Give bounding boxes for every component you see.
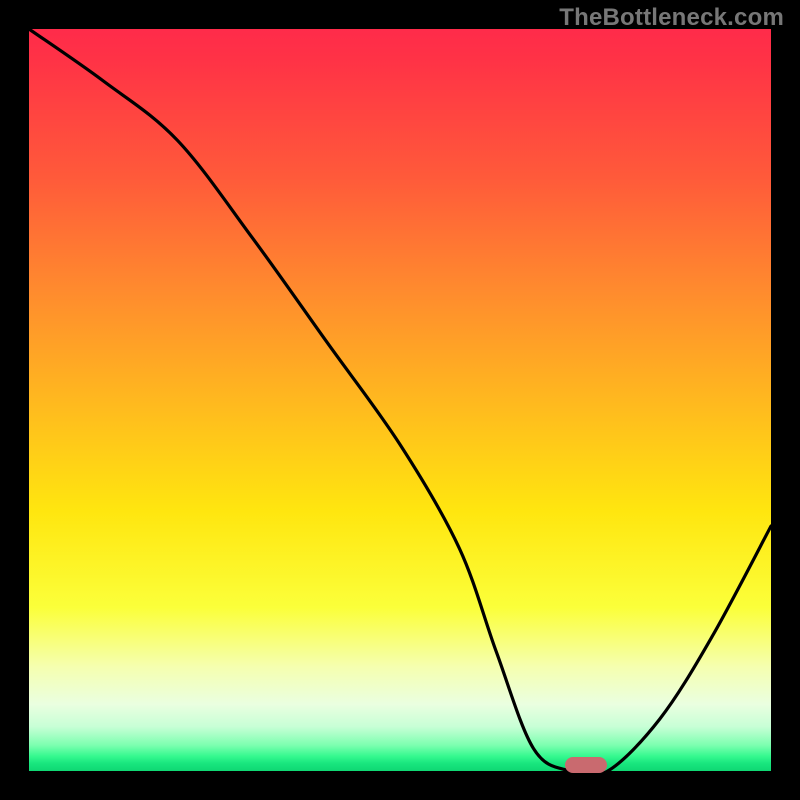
watermark-text: TheBottleneck.com	[559, 4, 784, 32]
bottleneck-curve	[29, 29, 771, 771]
chart-frame	[29, 29, 771, 771]
optimum-marker	[565, 757, 607, 773]
curve-path	[29, 29, 771, 771]
